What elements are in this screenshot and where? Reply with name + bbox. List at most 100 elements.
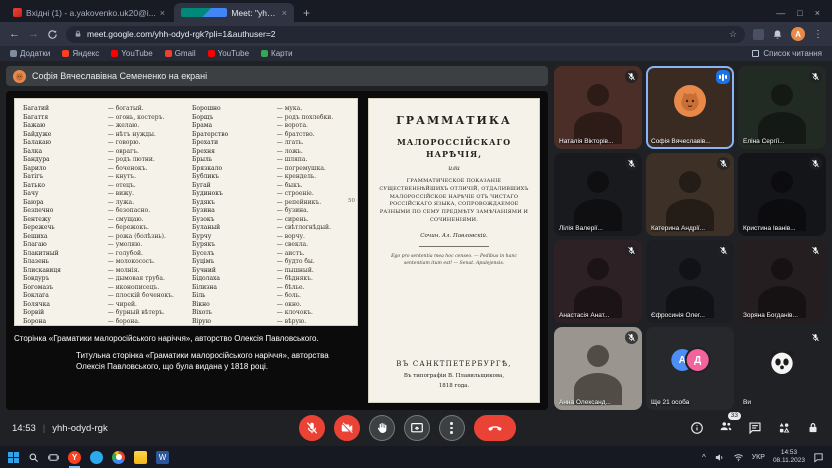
glossary-entry: Борвій бурный вѣтеръ.	[23, 309, 180, 318]
refresh-icon[interactable]	[47, 29, 58, 40]
window-control-button[interactable]: □	[797, 8, 802, 18]
glossary-word: Богомазъ	[23, 284, 108, 293]
raise-hand-button[interactable]	[369, 415, 395, 441]
glossary-word: Брязкало	[192, 165, 277, 174]
mic-mute-button[interactable]	[299, 415, 325, 441]
address-bar[interactable]: meet.google.com/yhh-odyd-rgk?pli=1&authu…	[66, 26, 745, 43]
taskbar-app-icon[interactable]	[90, 451, 103, 464]
network-icon[interactable]	[733, 452, 744, 463]
mic-muted-icon	[625, 331, 638, 344]
tray-expand-icon[interactable]: ^	[702, 453, 706, 462]
forward-icon[interactable]: →	[28, 29, 39, 40]
action-center-icon[interactable]	[813, 452, 824, 463]
search-icon[interactable]	[28, 452, 39, 463]
leave-call-button[interactable]	[474, 415, 516, 441]
glossary-entry: Блискавиця молнія.	[23, 267, 180, 276]
window-control-button[interactable]: ×	[815, 8, 820, 18]
browser-tab[interactable]: Вхідні (1) - a.yakovenko.uk20@i... ×	[6, 3, 172, 22]
participant-tile[interactable]: Катерина Андрії...	[646, 153, 734, 236]
glossary-entry: Брыль шляпа.	[192, 156, 349, 165]
glossary-entry: Буселъ аистъ.	[192, 250, 349, 259]
profile-avatar[interactable]: A	[791, 27, 805, 41]
glossary-definition: огонь, костеръ.	[108, 114, 180, 123]
glossary-word: Барило	[23, 165, 108, 174]
volume-icon[interactable]	[714, 452, 725, 463]
glossary-definition: братство.	[277, 131, 349, 140]
participant-tile[interactable]: Софія Вячеславів...	[646, 66, 734, 149]
host-controls-lock-icon[interactable]	[806, 421, 820, 435]
notifications-bell-icon[interactable]	[772, 29, 783, 40]
shared-screen[interactable]: Багатий богатый. Багаття огонь, костеръ.	[6, 91, 548, 410]
glossary-entry: Балакаю говорю.	[23, 139, 180, 148]
participant-tile[interactable]: Ви	[738, 327, 826, 410]
tab-close-icon[interactable]: ×	[160, 8, 165, 18]
participant-tile[interactable]: Лілія Валерії...	[554, 153, 642, 236]
glossary-definition: свекла.	[277, 241, 349, 250]
chat-icon[interactable]	[748, 421, 762, 435]
participant-tile[interactable]: Еліна Сергії...	[738, 66, 826, 149]
task-view-icon[interactable]	[48, 452, 59, 463]
taskbar-clock[interactable]: 14:53 08.11.2023	[773, 449, 805, 466]
glossary-entry: Блазень молокососъ.	[23, 258, 180, 267]
glossary-word: Братерство	[192, 131, 277, 140]
taskbar-app-icon[interactable]	[112, 451, 125, 464]
glossary-definition: кнутъ.	[108, 173, 180, 182]
glossary-word: Бурчу	[192, 233, 277, 242]
new-tab-button[interactable]: +	[296, 6, 317, 22]
camera-off-button[interactable]	[334, 415, 360, 441]
glossary-word: Бажаю	[23, 122, 108, 131]
title-page-epigraph: Ego pro sententia mea hoc censeo. — Pedi…	[378, 253, 530, 267]
participant-tile[interactable]: А Д Ще 21 особа	[646, 327, 734, 410]
window-control-button[interactable]: —	[776, 8, 785, 18]
bookmark-item[interactable]: Додатки	[10, 49, 50, 58]
browser-tab-bar: Вхідні (1) - a.yakovenko.uk20@i... × Mee…	[0, 0, 832, 22]
people-icon	[719, 419, 733, 433]
show-people-button[interactable]: 33	[719, 419, 733, 438]
bookmark-star-icon[interactable]: ☆	[729, 29, 737, 40]
extension-icon[interactable]	[753, 29, 764, 40]
participant-tile[interactable]: Анастасія Анат...	[554, 240, 642, 323]
language-indicator[interactable]: УКР	[752, 454, 765, 461]
more-options-button[interactable]	[439, 415, 465, 441]
meet-control-bar: 14:53 | yhh-odyd-rgk	[0, 410, 832, 446]
title-page-main-title: ГРАММАТИКА	[396, 114, 512, 127]
bookmark-favicon-icon	[111, 50, 118, 57]
taskbar-app-icon[interactable]: Y	[68, 451, 81, 464]
bookmark-item[interactable]: Яндекс	[62, 49, 99, 58]
bookmark-item[interactable]: Gmail	[165, 49, 196, 58]
glossary-definition: борона.	[108, 318, 180, 327]
url-text[interactable]: meet.google.com/yhh-odyd-rgk?pli=1&authu…	[87, 29, 276, 39]
start-button-icon[interactable]	[8, 452, 19, 463]
glossary-definition: пышный.	[277, 267, 349, 276]
participant-tile[interactable]: Анна Олександ...	[554, 327, 642, 410]
taskbar-app-icon[interactable]	[134, 451, 147, 464]
tab-close-icon[interactable]: ×	[282, 8, 287, 18]
presentation-column: Софія Вячеславівна Семененко на екрані Б…	[6, 66, 548, 410]
browser-menu-icon[interactable]: ⋮	[813, 29, 823, 40]
taskbar-app-icon[interactable]: W	[156, 451, 169, 464]
bookmark-item[interactable]: YouTube	[111, 49, 152, 58]
activities-icon[interactable]	[777, 421, 791, 435]
participant-name: Наталія Вікторів...	[559, 138, 638, 145]
bookmark-item[interactable]: YouTube	[208, 49, 249, 58]
present-screen-button[interactable]	[404, 415, 430, 441]
presenter-avatar	[13, 70, 26, 83]
speaking-indicator-icon	[716, 70, 730, 84]
tab-favicon-icon	[181, 8, 227, 17]
bookmark-item[interactable]: Карти	[261, 49, 293, 58]
participant-tile[interactable]: Зоряна Богданів...	[738, 240, 826, 323]
browser-tab[interactable]: Meet: "yhh-odyd-rgk" ×	[174, 3, 294, 22]
glossary-entry: Бузина бузина.	[192, 207, 349, 216]
participant-tile[interactable]: Кристина Іванів...	[738, 153, 826, 236]
bookmark-label: Яндекс	[72, 49, 99, 58]
reading-list-icon	[752, 50, 759, 57]
back-icon[interactable]: ←	[9, 29, 20, 40]
meeting-details-icon[interactable]	[690, 421, 704, 435]
glossary-definition: желаю.	[108, 122, 180, 131]
participant-tile[interactable]: Єфросинія Олег...	[646, 240, 734, 323]
glossary-word: Брама	[192, 122, 277, 131]
glossary-definition: крендель.	[277, 173, 349, 182]
reading-list-button[interactable]: Список читання	[752, 49, 822, 58]
participant-tile[interactable]: Наталія Вікторів...	[554, 66, 642, 149]
glossary-word: Балакаю	[23, 139, 108, 148]
